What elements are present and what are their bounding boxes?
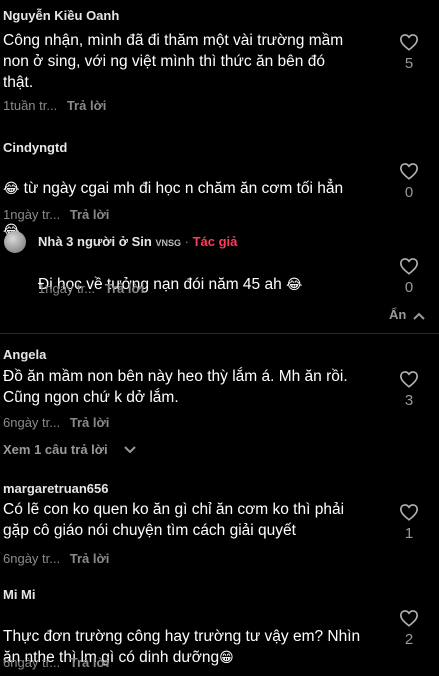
chevron-down-icon [124,446,136,454]
comment-text: Đồ ăn mầm non bên này heo thỳ lắm á. Mh … [3,368,348,406]
comment-meta: 1ngày tr... Trả lời [3,207,109,222]
comment-time: 1ngày tr... [3,207,61,222]
like-button[interactable]: 5 [397,33,421,72]
like-count: 0 [404,279,414,296]
like-count: 5 [404,55,414,72]
like-count: 1 [404,525,414,542]
heart-outline-icon [399,258,419,275]
hide-label: Ẩn [389,307,407,322]
heart-outline-icon [399,34,419,51]
reply-button[interactable]: Trả lời [70,207,110,222]
comment-meta: 6ngày tr... Trả lời [3,655,109,670]
comment-text: từ ngày cgai mh đi học n chăm ăn cơm tối… [19,180,344,197]
comment-meta: 1ngày tr... Trả lời [38,281,144,296]
reply-button[interactable]: Trả lời [67,98,107,113]
comment-time: 1tuần tr... [3,98,58,113]
laughing-emoji: 😂 [3,180,20,196]
laughing-emoji: 😂 [286,276,303,292]
like-count: 0 [404,184,414,201]
like-button[interactable]: 1 [397,503,421,542]
author-tag: Tác giả [192,234,238,249]
comment-meta: 1tuần tr... Trả lời [3,98,106,113]
like-button[interactable]: 3 [397,370,421,409]
like-button[interactable]: 0 [397,162,421,201]
heart-outline-icon [399,163,419,180]
grinning-emoji: 😁 [219,649,234,665]
comment-text: Có lẽ con ko quen ko ăn gì chỉ ăn cơm ko… [3,501,345,539]
reply-button[interactable]: Trả lời [70,655,110,670]
avatar[interactable] [4,231,26,253]
like-count: 3 [404,392,414,409]
comment-text-wrap: 😂 từ ngày cgai mh đi học n chăm ăn cơm t… [3,157,383,241]
comment-time: 1ngày tr... [38,281,96,296]
comment-meta: 6ngày tr... Trả lời [3,551,109,566]
like-button[interactable]: 2 [397,609,421,648]
reply-header: Nhà 3 người ở Sin VNSG · Tác giả [38,234,237,249]
chevron-up-icon [413,312,425,320]
comment-time: 6ngày tr... [3,551,61,566]
like-button[interactable]: 0 [397,257,421,296]
commenter-name[interactable]: Nhà 3 người ở Sin [38,234,152,249]
heart-outline-icon [399,610,419,627]
divider [0,333,439,334]
comment-time: 6ngày tr... [3,655,61,670]
comment-text: Công nhận, mình đã đi thăm một vài trườn… [3,32,344,91]
hide-replies-button[interactable]: Ẩn [389,307,425,322]
view-replies-link[interactable]: Xem 1 câu trả lời [3,442,108,457]
heart-outline-icon [399,371,419,388]
like-count: 2 [404,631,414,648]
heart-outline-icon [399,504,419,521]
commenter-name[interactable]: Nguyễn Kiều Oanh [3,8,119,23]
user-badge: VNSG [155,238,181,248]
comment-time: 6ngày tr... [3,415,61,430]
commenter-name[interactable]: Cindyngtd [3,140,67,155]
separator-dot: · [184,234,189,249]
comment-meta: 6ngày tr... Trả lời [3,415,109,430]
reply-button[interactable]: Trả lời [105,281,145,296]
reply-button[interactable]: Trả lời [70,551,110,566]
commenter-name[interactable]: margaretruan656 [3,481,109,496]
reply-button[interactable]: Trả lời [70,415,110,430]
commenter-name[interactable]: Mi Mi [3,587,36,602]
commenter-name[interactable]: Angela [3,347,46,362]
